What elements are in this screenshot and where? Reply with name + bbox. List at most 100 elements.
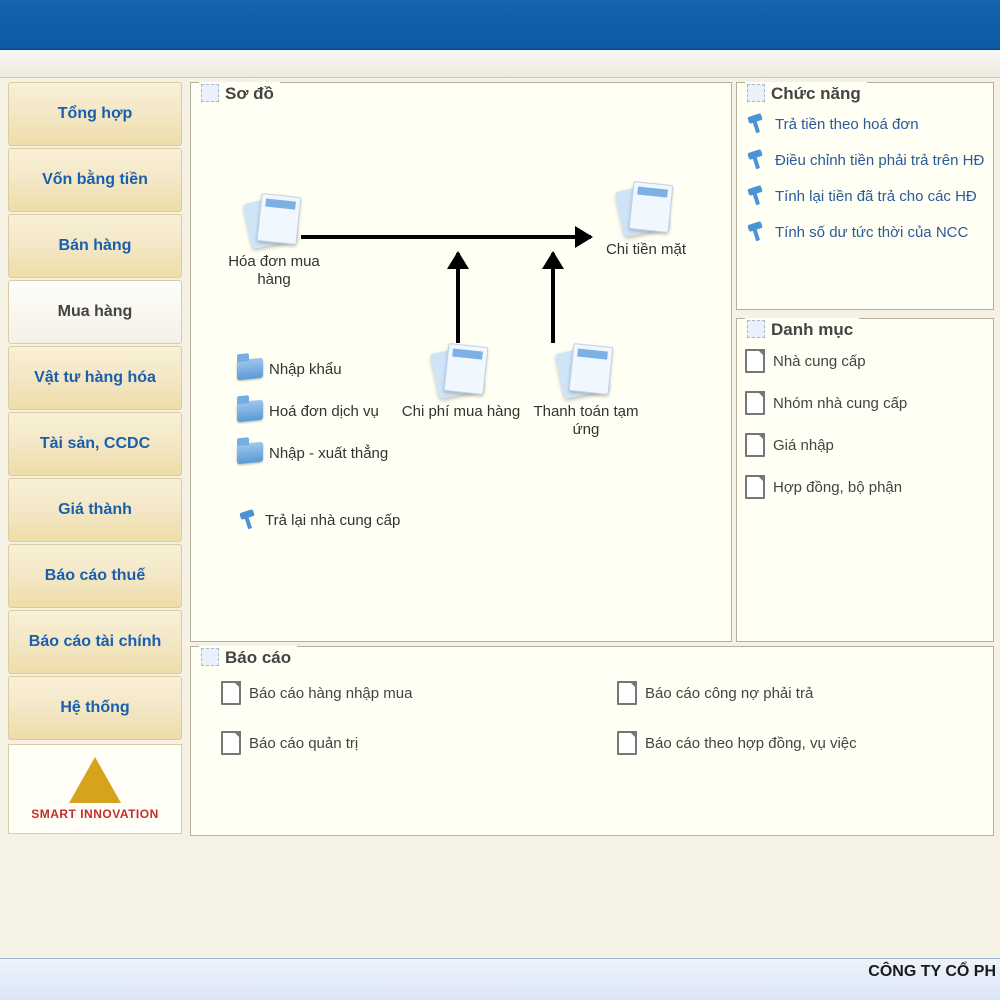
document-icon: [745, 475, 765, 499]
function-item[interactable]: Điều chỉnh tiền phải trả trên HĐ: [745, 149, 985, 171]
document-folder-icon: [428, 345, 494, 401]
hammer-icon: [745, 185, 767, 207]
function-item[interactable]: Trả tiền theo hoá đơn: [745, 113, 985, 135]
hammer-icon: [745, 113, 767, 135]
sidebar-item-label: Vật tư hàng hóa: [34, 369, 156, 387]
arrow-up-icon: [456, 253, 460, 343]
status-bar: CÔNG TY CỔ PH: [0, 958, 1000, 1000]
panel-icon: [747, 84, 765, 102]
report-item[interactable]: Báo cáo công nợ phải trả: [617, 681, 973, 705]
catalog-item[interactable]: Giá nhập: [745, 433, 985, 457]
report-label: Báo cáo quản trị: [249, 735, 358, 752]
sidebar-item-gia-thanh[interactable]: Giá thành: [8, 478, 182, 542]
document-icon: [745, 391, 765, 415]
document-icon: [221, 681, 241, 705]
sidebar-item-bao-cao-thue[interactable]: Báo cáo thuế: [8, 544, 182, 608]
link-label: Hoá đơn dịch vụ: [269, 403, 379, 420]
logo: SMART INNOVATION: [8, 744, 182, 834]
link-label: Nhập - xuất thẳng: [269, 445, 388, 462]
sidebar-item-label: Hệ thống: [60, 699, 129, 717]
function-label: Tính số dư tức thời của NCC: [775, 224, 968, 241]
node-advance[interactable]: Thanh toán tạm ứng: [521, 345, 651, 439]
sidebar-item-label: Báo cáo tài chính: [29, 633, 161, 651]
catalog-label: Giá nhập: [773, 437, 834, 454]
document-folder-icon: [553, 345, 619, 401]
panel-title-text: Sơ đồ: [225, 84, 274, 104]
sidebar-item-label: Tổng hợp: [58, 105, 132, 123]
sidebar-item-label: Vốn bằng tiền: [42, 171, 148, 189]
logo-icon: [69, 757, 121, 803]
panel-title-text: Báo cáo: [225, 648, 291, 668]
document-icon: [617, 681, 637, 705]
node-cash[interactable]: Chi tiền mặt: [591, 183, 701, 259]
report-label: Báo cáo công nợ phải trả: [645, 685, 813, 702]
sidebar-item-label: Mua hàng: [58, 303, 133, 321]
folder-icon: [237, 400, 263, 423]
report-item[interactable]: Báo cáo hàng nhập mua: [221, 681, 577, 705]
sidebar-item-mua-hang[interactable]: Mua hàng: [8, 280, 182, 344]
function-item[interactable]: Tính lại tiền đã trả cho các HĐ: [745, 185, 985, 207]
catalog-title: Danh mục: [745, 318, 859, 342]
reports-body: Báo cáo hàng nhập mua Báo cáo quản trị B…: [191, 647, 993, 763]
arrow-up-icon: [551, 253, 555, 343]
node-label: Chi tiền mặt: [591, 241, 701, 259]
catalog-item[interactable]: Nhà cung cấp: [745, 349, 985, 373]
node-label: Thanh toán tạm ứng: [521, 403, 651, 439]
link-return-supplier[interactable]: Trả lại nhà cung cấp: [237, 509, 400, 531]
link-direct-io[interactable]: Nhập - xuất thẳng: [237, 443, 388, 463]
report-item[interactable]: Báo cáo theo hợp đồng, vụ việc: [617, 731, 973, 755]
document-icon: [745, 349, 765, 373]
sidebar-item-label: Giá thành: [58, 501, 132, 519]
node-cost[interactable]: Chi phí mua hàng: [401, 345, 521, 421]
menu-bar: [0, 50, 1000, 78]
sidebar-item-tai-san[interactable]: Tài sản, CCDC: [8, 412, 182, 476]
hammer-icon: [745, 221, 767, 243]
sidebar-item-vat-tu[interactable]: Vật tư hàng hóa: [8, 346, 182, 410]
catalog-body: Nhà cung cấp Nhóm nhà cung cấp Giá nhập …: [737, 319, 993, 503]
diagram-title: Sơ đồ: [199, 82, 280, 106]
sidebar-item-he-thong[interactable]: Hệ thống: [8, 676, 182, 740]
node-label: Chi phí mua hàng: [401, 403, 521, 421]
sidebar-item-label: Bán hàng: [59, 237, 132, 255]
hammer-icon: [745, 149, 767, 171]
catalog-label: Nhóm nhà cung cấp: [773, 395, 907, 412]
report-label: Báo cáo theo hợp đồng, vụ việc: [645, 735, 857, 752]
report-label: Báo cáo hàng nhập mua: [249, 685, 412, 702]
link-label: Trả lại nhà cung cấp: [265, 512, 400, 529]
function-item[interactable]: Tính số dư tức thời của NCC: [745, 221, 985, 243]
catalog-item[interactable]: Nhóm nhà cung cấp: [745, 391, 985, 415]
panel-icon: [201, 648, 219, 666]
link-label: Nhập khẩu: [269, 361, 342, 378]
link-import[interactable]: Nhập khẩu: [237, 359, 342, 379]
sidebar-item-bao-cao-tc[interactable]: Báo cáo tài chính: [8, 610, 182, 674]
function-label: Trả tiền theo hoá đơn: [775, 116, 919, 133]
company-name: CÔNG TY CỔ PH: [868, 963, 996, 981]
arrow-right-icon: [301, 235, 591, 239]
catalog-label: Hợp đồng, bộ phận: [773, 479, 902, 496]
sidebar-item-von-bang-tien[interactable]: Vốn bằng tiền: [8, 148, 182, 212]
logo-text: SMART INNOVATION: [31, 807, 159, 821]
content: Sơ đồ Hóa đơn mua hàng Chi tiền mặt: [188, 78, 1000, 958]
catalog-item[interactable]: Hợp đồng, bộ phận: [745, 475, 985, 499]
panel-title-text: Danh mục: [771, 320, 853, 340]
panel-title-text: Chức năng: [771, 84, 861, 104]
document-folder-icon: [241, 195, 307, 251]
function-label: Điều chỉnh tiền phải trả trên HĐ: [775, 152, 984, 169]
folder-icon: [237, 358, 263, 381]
sidebar-item-label: Báo cáo thuế: [45, 567, 145, 585]
document-icon: [617, 731, 637, 755]
node-invoice[interactable]: Hóa đơn mua hàng: [219, 195, 329, 289]
link-service-invoice[interactable]: Hoá đơn dịch vụ: [237, 401, 379, 421]
content-row-top: Sơ đồ Hóa đơn mua hàng Chi tiền mặt: [190, 82, 994, 642]
sidebar-item-ban-hang[interactable]: Bán hàng: [8, 214, 182, 278]
hammer-icon: [237, 509, 259, 531]
panel-icon: [747, 320, 765, 338]
catalog-panel: Danh mục Nhà cung cấp Nhóm nhà cung cấp …: [736, 318, 994, 642]
reports-title: Báo cáo: [199, 646, 297, 670]
app-body: Tổng hợp Vốn bằng tiền Bán hàng Mua hàng…: [0, 78, 1000, 958]
sidebar: Tổng hợp Vốn bằng tiền Bán hàng Mua hàng…: [0, 78, 188, 958]
catalog-label: Nhà cung cấp: [773, 353, 866, 370]
folder-icon: [237, 442, 263, 465]
sidebar-item-tong-hop[interactable]: Tổng hợp: [8, 82, 182, 146]
report-item[interactable]: Báo cáo quản trị: [221, 731, 577, 755]
